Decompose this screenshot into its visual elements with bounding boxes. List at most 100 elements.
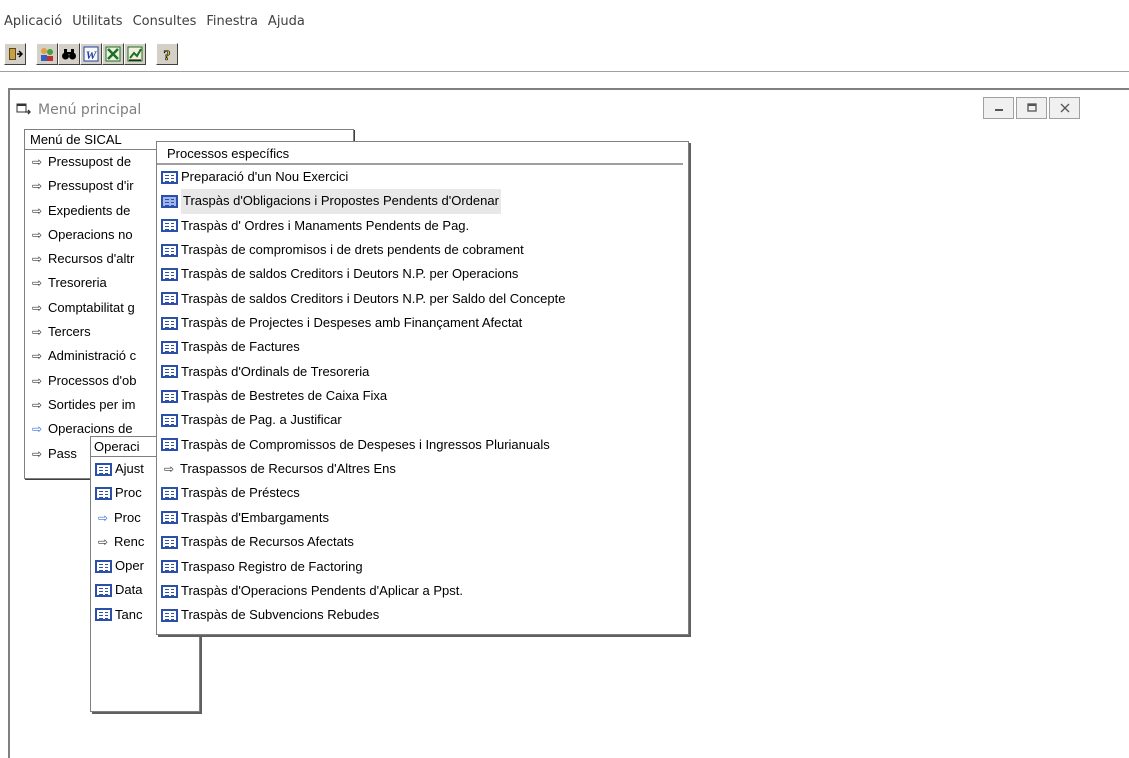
window-app-icon: [16, 103, 31, 115]
sical-menu-item-label: Tresoreria: [48, 275, 107, 291]
minimize-button[interactable]: [983, 97, 1014, 119]
processos-especifics-header: Processos específics: [157, 142, 683, 165]
sical-menu-item-label: Processos d'ob: [48, 372, 137, 388]
processos-especifics-item-label: Traspàs de Subvencions Rebudes: [181, 607, 380, 623]
processos-especifics-item[interactable]: Preparació d'un Nou Exercici: [157, 165, 688, 189]
form-icon: [161, 341, 178, 355]
form-icon: [161, 560, 178, 574]
form-icon: [95, 486, 112, 500]
processos-especifics-item[interactable]: Traspàs de Préstecs: [157, 481, 688, 505]
form-icon: [161, 584, 178, 598]
menu-finestra[interactable]: Finestra: [201, 14, 263, 29]
processos-especifics-item-label: Traspàs de Compromissos de Despeses i In…: [181, 436, 550, 452]
arrow-right-icon: ⇨: [163, 462, 175, 477]
processos-especifics-item[interactable]: Traspàs de Recursos Afectats: [157, 530, 688, 554]
form-icon: [161, 535, 178, 549]
processos-especifics-item-label: Traspàs d'Ordinals de Tresoreria: [181, 363, 370, 379]
sical-menu-item-label: Administració c: [48, 348, 137, 364]
form-icon: [161, 511, 178, 525]
sical-menu-item-label: Expedients de: [48, 202, 131, 218]
processos-especifics-item-label: Traspaso Registro de Factoring: [181, 558, 363, 574]
arrow-right-icon: ⇨: [31, 252, 43, 267]
processos-especifics-item[interactable]: Traspàs de Projectes i Despeses amb Fina…: [157, 311, 688, 335]
operacions-submenu-item-label: Tanc: [115, 606, 143, 622]
menu-consultes[interactable]: Consultes: [128, 14, 202, 29]
menu-utilitats[interactable]: Utilitats: [67, 14, 127, 29]
processos-especifics-item[interactable]: Traspàs de Subvencions Rebudes: [157, 603, 688, 627]
form-icon: [95, 608, 112, 622]
arrow-right-icon: ⇨: [97, 510, 109, 525]
arrow-right-icon: ⇨: [31, 397, 43, 412]
menu-ajuda[interactable]: Ajuda: [263, 14, 310, 29]
close-button[interactable]: [1049, 97, 1080, 119]
form-icon: [95, 584, 112, 598]
toolbar: W ?: [0, 36, 1129, 70]
sical-menu-item-label: Recursos d'altr: [48, 251, 135, 267]
menu-bar: Aplicació Utilitats Consultes Finestra A…: [0, 10, 1129, 32]
processos-especifics-item[interactable]: Traspàs d'Embargaments: [157, 506, 688, 530]
processos-especifics-item[interactable]: Traspàs de saldos Creditors i Deutors N.…: [157, 262, 688, 286]
processos-especifics-item[interactable]: Traspàs d'Ordinals de Tresoreria: [157, 360, 688, 384]
operacions-submenu-item-label: Oper: [115, 558, 144, 574]
arrow-right-icon: ⇨: [31, 203, 43, 218]
processos-especifics-item[interactable]: Traspàs d'Operacions Pendents d'Aplicar …: [157, 579, 688, 603]
svg-text:?: ?: [163, 48, 171, 62]
processos-especifics-item[interactable]: ⇨ Traspassos de Recursos d'Altres Ens: [157, 457, 688, 481]
form-icon: [161, 487, 178, 501]
arrow-right-icon: ⇨: [31, 179, 43, 194]
arrow-right-icon: ⇨: [31, 349, 43, 364]
form-icon: [95, 462, 112, 476]
close-icon: [1060, 103, 1069, 113]
processos-especifics-item-label: Traspàs d'Embargaments: [181, 509, 329, 525]
help-icon: ?: [163, 48, 171, 62]
processos-especifics-item-label: Traspàs d' Ordres i Manaments Pendents d…: [181, 217, 470, 233]
processos-especifics-item-label: Preparació d'un Nou Exercici: [181, 169, 349, 184]
sical-menu-item-label: Comptabilitat g: [48, 299, 135, 315]
form-icon: [161, 608, 178, 622]
processos-especifics-item-label: Traspàs de Bestretes de Caixa Fixa: [181, 388, 388, 404]
processos-especifics-item[interactable]: Traspàs d'Obligacions i Propostes Penden…: [157, 189, 688, 214]
toolbar-separator: [0, 71, 1129, 72]
processos-especifics-item[interactable]: Traspàs de compromisos i de drets penden…: [157, 238, 688, 262]
exit-button[interactable]: [4, 43, 26, 65]
users-button[interactable]: [36, 43, 58, 65]
search-button[interactable]: [58, 43, 80, 65]
operacions-submenu-item-label: Proc: [114, 509, 141, 525]
processos-especifics-item-label: Traspàs de Projectes i Despeses amb Fina…: [181, 315, 523, 331]
form-icon: [161, 389, 178, 403]
processos-especifics-item[interactable]: Traspàs de Factures: [157, 335, 688, 359]
chart-button[interactable]: [124, 43, 146, 65]
excel-button[interactable]: [102, 43, 124, 65]
sical-menu-item-label: Sortides per im: [48, 396, 136, 412]
operacions-submenu-item-label: Renc: [114, 533, 145, 549]
processos-especifics-item[interactable]: Traspàs de Pag. a Justificar: [157, 408, 688, 432]
menu-aplicacio[interactable]: Aplicació: [0, 14, 67, 29]
excel-icon: [105, 46, 121, 62]
form-icon: [161, 219, 178, 233]
processos-especifics-item[interactable]: Traspàs de saldos Creditors i Deutors N.…: [157, 287, 688, 311]
form-icon: [95, 559, 112, 573]
sical-menu-item-label: Tercers: [48, 324, 91, 340]
processos-especifics-list: Preparació d'un Nou Exercici Traspàs d'Ob…: [157, 165, 688, 628]
processos-especifics-item-label: Traspàs de Pag. a Justificar: [181, 412, 342, 428]
window-title: Menú principal: [38, 102, 142, 118]
chart-icon: [127, 46, 143, 62]
processos-especifics-item[interactable]: Traspàs de Bestretes de Caixa Fixa: [157, 384, 688, 408]
form-icon: [161, 243, 178, 257]
restore-button[interactable]: [1016, 97, 1047, 119]
form-icon: [161, 414, 178, 428]
sical-menu-item-label: Operacions no: [48, 226, 133, 242]
arrow-right-icon: ⇨: [31, 325, 43, 340]
help-button[interactable]: ?: [156, 43, 178, 65]
operacions-submenu-item-label: Data: [115, 582, 143, 598]
word-icon: W: [83, 46, 99, 62]
processos-especifics-item[interactable]: Traspàs d' Ordres i Manaments Pendents d…: [157, 214, 688, 238]
processos-especifics-item[interactable]: Traspaso Registro de Factoring: [157, 555, 688, 579]
arrow-right-icon: ⇨: [31, 446, 43, 461]
form-icon: [161, 438, 178, 452]
processos-especifics-item[interactable]: Traspàs de Compromissos de Despeses i In…: [157, 433, 688, 457]
sical-menu-item-label: Pass: [48, 445, 77, 461]
word-button[interactable]: W: [80, 43, 102, 65]
form-icon: [161, 268, 178, 282]
arrow-right-icon: ⇨: [31, 276, 43, 291]
